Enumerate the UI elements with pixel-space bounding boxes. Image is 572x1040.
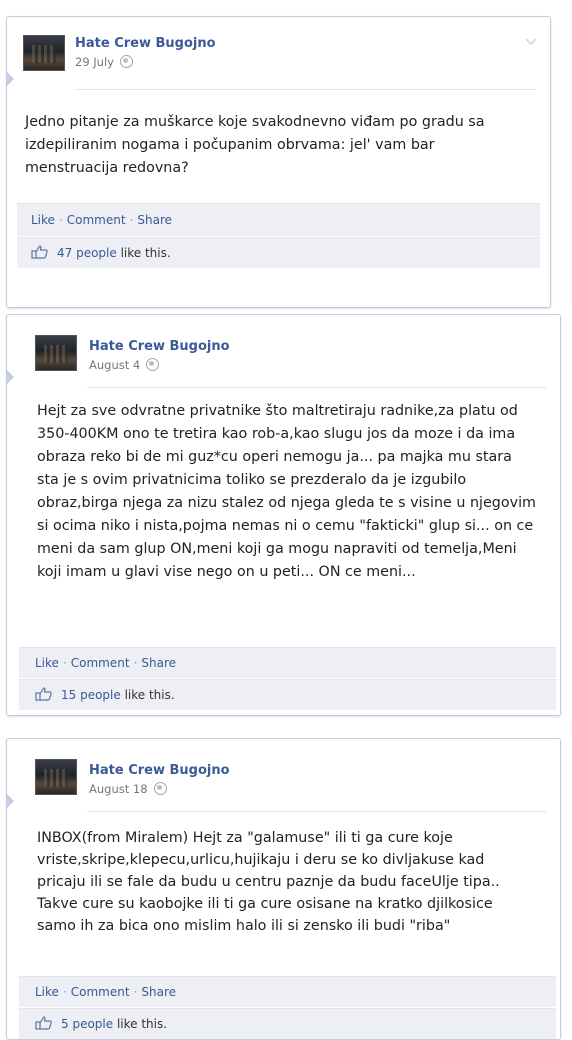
likes-summary: 47 people like this. xyxy=(17,237,540,268)
like-count-link[interactable]: 15 people xyxy=(61,688,121,702)
separator: · xyxy=(58,213,63,227)
divider xyxy=(87,811,546,812)
like-link[interactable]: Like xyxy=(31,213,55,227)
post-date: 29 July xyxy=(75,55,133,69)
post-text: INBOX(from Miralem) Hejt za "galamuse" i… xyxy=(37,830,500,934)
post-date: August 18 xyxy=(89,782,167,796)
comment-link[interactable]: Comment xyxy=(71,985,130,999)
post-text: Hejt za sve odvratne privatnike što malt… xyxy=(37,403,536,580)
post-header: Hate Crew Bugojno August 4 xyxy=(23,333,546,373)
post-header: Hate Crew Bugojno August 18 xyxy=(23,757,546,797)
thumbs-up-icon xyxy=(35,1016,52,1030)
chevron-down-icon[interactable] xyxy=(526,39,536,45)
like-count-link[interactable]: 47 people xyxy=(57,246,117,260)
share-link[interactable]: Share xyxy=(141,985,176,999)
separator: · xyxy=(133,985,138,999)
post-date-text[interactable]: 29 July xyxy=(75,55,114,69)
post-actions: Like · Comment · Share xyxy=(19,976,556,1007)
avatar[interactable] xyxy=(23,35,65,71)
post-date-text[interactable]: August 4 xyxy=(89,358,140,372)
post-date-text[interactable]: August 18 xyxy=(89,782,148,796)
separator: · xyxy=(62,656,67,670)
likes-summary: 15 people like this. xyxy=(19,679,556,710)
page-name-link[interactable]: Hate Crew Bugojno xyxy=(75,36,216,51)
divider xyxy=(87,387,546,388)
avatar[interactable] xyxy=(35,759,77,795)
thumbs-up-icon xyxy=(31,245,48,259)
comment-link[interactable]: Comment xyxy=(67,213,126,227)
post-header: Hate Crew Bugojno 29 July xyxy=(23,35,536,75)
post-date: August 4 xyxy=(89,358,160,372)
thumbs-up-icon xyxy=(35,687,52,701)
avatar[interactable] xyxy=(35,335,77,371)
separator: · xyxy=(62,985,67,999)
post-text: Jedno pitanje za muškarce koje svakodnev… xyxy=(25,114,485,176)
like-link[interactable]: Like xyxy=(35,656,59,670)
post-actions: Like · Comment · Share xyxy=(19,647,556,678)
post-actions: Like · Comment · Share xyxy=(17,203,540,236)
separator: · xyxy=(129,213,134,227)
comment-link[interactable]: Comment xyxy=(71,656,130,670)
share-link[interactable]: Share xyxy=(137,213,172,227)
globe-icon xyxy=(146,358,160,371)
page-name-link[interactable]: Hate Crew Bugojno xyxy=(89,763,230,778)
divider xyxy=(75,89,536,90)
like-count-link[interactable]: 5 people xyxy=(61,1017,113,1031)
post-card: Hate Crew Bugojno August 18 INBOX(from M… xyxy=(6,738,561,1040)
separator: · xyxy=(133,656,138,670)
like-link[interactable]: Like xyxy=(35,985,59,999)
post-card: Hate Crew Bugojno 29 July Jedno pitanje … xyxy=(6,16,551,308)
page-name-link[interactable]: Hate Crew Bugojno xyxy=(89,339,230,354)
like-suffix: like this. xyxy=(120,246,171,260)
share-link[interactable]: Share xyxy=(141,656,176,670)
post-card: Hate Crew Bugojno August 4 Hejt za sve o… xyxy=(6,314,561,716)
globe-icon xyxy=(153,782,167,795)
like-suffix: like this. xyxy=(124,688,175,702)
globe-icon xyxy=(119,55,133,68)
like-suffix: like this. xyxy=(116,1017,168,1031)
